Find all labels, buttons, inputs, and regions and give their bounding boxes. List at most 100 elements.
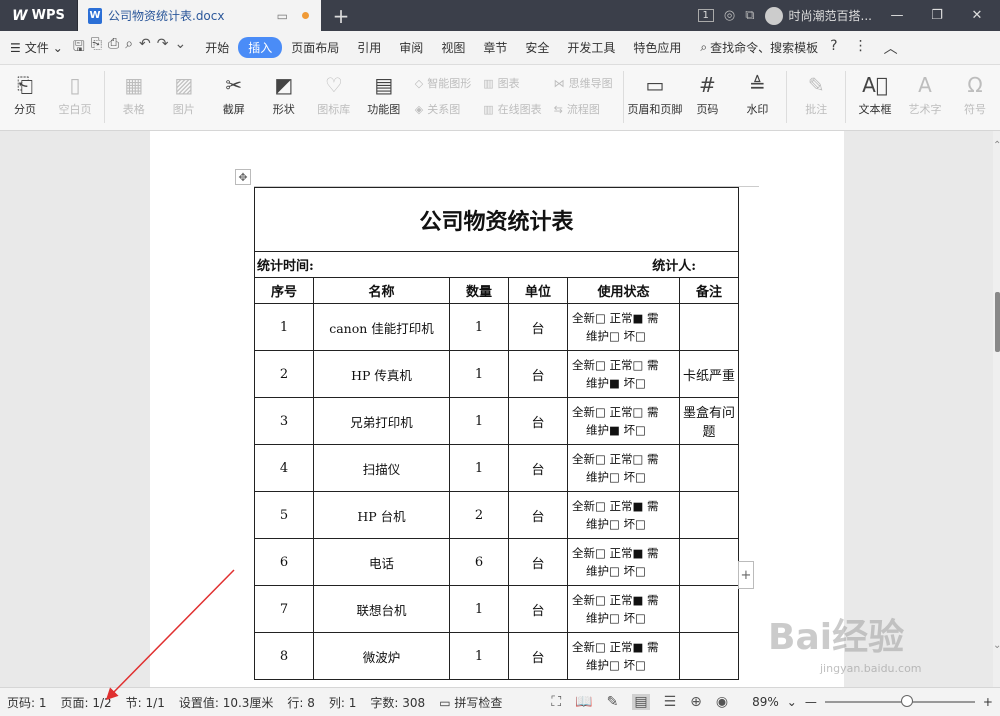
cell-status[interactable]: 全新□ 正常□ 需维护■ 坏□	[567, 397, 680, 445]
menu-start[interactable]: 开始	[196, 37, 238, 58]
cell-status[interactable]: 全新□ 正常■ 需维护□ 坏□	[567, 632, 680, 680]
cell-note[interactable]: 墨盒有问题	[679, 397, 739, 445]
save-icon[interactable]: 🖫	[73, 36, 85, 60]
cell-no[interactable]: 8	[254, 632, 314, 680]
header-qty[interactable]: 数量	[449, 277, 509, 304]
restore-button[interactable]: ❐	[922, 8, 952, 23]
table-title[interactable]: 公司物资统计表	[254, 187, 739, 252]
read-mode-icon[interactable]: 📖	[575, 694, 592, 710]
status-page[interactable]: 页面: 1/2	[54, 694, 119, 711]
zoom-in-icon[interactable]: +	[983, 695, 993, 709]
textbox-button[interactable]: A⃞ 文本框	[856, 71, 894, 117]
cell-qty[interactable]: 1	[449, 632, 509, 680]
user-account[interactable]: 时尚潮范百搭...	[764, 6, 872, 25]
smart-shape-button[interactable]: ◇ 智能图形	[415, 75, 471, 91]
new-tab-button[interactable]: +	[321, 4, 361, 28]
page-view-icon[interactable]: ▤	[632, 694, 650, 710]
cell-no[interactable]: 7	[254, 585, 314, 633]
cell-qty[interactable]: 1	[449, 303, 509, 351]
share-icon[interactable]: ⧉	[745, 8, 754, 23]
redo-icon[interactable]: ↷	[157, 36, 169, 60]
table-button[interactable]: ▦ 表格	[115, 71, 153, 117]
comment-button[interactable]: ✎ 批注	[797, 71, 835, 117]
cell-unit[interactable]: 台	[508, 632, 568, 680]
cell-qty[interactable]: 1	[449, 350, 509, 398]
print-icon[interactable]: ⎙	[108, 36, 119, 60]
zoom-slider-knob[interactable]	[900, 695, 913, 707]
zoom-out-icon[interactable]: —	[805, 695, 817, 709]
symbol-button[interactable]: Ω 符号	[956, 71, 994, 117]
menu-section[interactable]: 章节	[474, 37, 516, 58]
cell-unit[interactable]: 台	[508, 397, 568, 445]
help-icon[interactable]: ?	[830, 38, 837, 58]
document-page[interactable]: ✥ 公司物资统计表 统计时间: 统计人: 序号 名称 数量 单位 使用状态 备注…	[150, 131, 844, 687]
cell-name[interactable]: 兄弟打印机	[313, 397, 450, 445]
cell-qty[interactable]: 1	[449, 397, 509, 445]
shape-button[interactable]: ◩ 形状	[265, 71, 303, 117]
zoom-dropdown-icon[interactable]: ⌄	[787, 695, 797, 709]
skin-icon[interactable]: ◎	[724, 8, 735, 23]
screenshot-button[interactable]: ✂ 截屏	[215, 71, 253, 117]
meta-row[interactable]: 统计时间: 统计人:	[254, 251, 739, 278]
minimize-button[interactable]: —	[882, 8, 912, 23]
menu-view[interactable]: 视图	[432, 37, 474, 58]
cell-no[interactable]: 5	[254, 491, 314, 539]
status-line[interactable]: 行: 8	[280, 694, 322, 711]
cell-unit[interactable]: 台	[508, 538, 568, 586]
collapse-ribbon-icon[interactable]: ︿	[884, 38, 898, 58]
inventory-table[interactable]: 公司物资统计表 统计时间: 统计人: 序号 名称 数量 单位 使用状态 备注 1…	[254, 187, 739, 680]
relation-chart-button[interactable]: ◈ 关系图	[415, 101, 471, 117]
cell-no[interactable]: 4	[254, 444, 314, 492]
cell-note[interactable]	[679, 632, 739, 680]
cell-name[interactable]: 微波炉	[313, 632, 450, 680]
document-tab[interactable]: W 公司物资统计表.docx ▭	[78, 0, 321, 31]
cell-note[interactable]	[679, 538, 739, 586]
cell-status[interactable]: 全新□ 正常■ 需维护□ 坏□	[567, 585, 680, 633]
icon-library-button[interactable]: ♡ 图标库	[315, 71, 353, 117]
status-page-code[interactable]: 页码: 1	[0, 694, 54, 711]
cell-no[interactable]: 1	[254, 303, 314, 351]
cell-status[interactable]: 全新□ 正常■ 需维护□ 坏□	[567, 491, 680, 539]
scrollbar-thumb[interactable]	[995, 292, 1000, 352]
cell-status[interactable]: 全新□ 正常□ 需维护■ 坏□	[567, 350, 680, 398]
status-section[interactable]: 节: 1/1	[119, 694, 172, 711]
chart-button[interactable]: ▥ 图表	[483, 75, 541, 91]
header-note[interactable]: 备注	[679, 277, 739, 304]
add-column-icon[interactable]: +	[738, 561, 754, 589]
cell-unit[interactable]: 台	[508, 585, 568, 633]
cell-name[interactable]: HP 传真机	[313, 350, 450, 398]
more-icon[interactable]: ⌄	[175, 36, 187, 60]
menu-insert[interactable]: 插入	[238, 37, 283, 58]
vertical-scrollbar[interactable]	[993, 131, 1000, 687]
cell-status[interactable]: 全新□ 正常■ 需维护□ 坏□	[567, 303, 680, 351]
cell-qty[interactable]: 1	[449, 585, 509, 633]
eye-protect-icon[interactable]: ◉	[716, 694, 728, 710]
status-setting[interactable]: 设置值: 10.3厘米	[172, 694, 281, 711]
cell-note[interactable]: 卡纸严重	[679, 350, 739, 398]
cell-note[interactable]	[679, 491, 739, 539]
cell-status[interactable]: 全新□ 正常□ 需维护□ 坏□	[567, 444, 680, 492]
outline-view-icon[interactable]: ☰	[664, 694, 677, 710]
page-number-button[interactable]: # 页码	[688, 71, 726, 117]
header-status[interactable]: 使用状态	[567, 277, 680, 304]
online-chart-button[interactable]: ▥ 在线图表	[483, 101, 541, 117]
undo-icon[interactable]: ↶	[139, 36, 151, 60]
file-menu[interactable]: ☰ 文件 ⌄	[0, 39, 73, 56]
flowchart-button[interactable]: ⇆ 流程图	[554, 101, 613, 117]
header-footer-button[interactable]: ▭ 页眉和页脚	[627, 71, 682, 117]
menu-reference[interactable]: 引用	[348, 37, 390, 58]
cell-unit[interactable]: 台	[508, 491, 568, 539]
cell-qty[interactable]: 2	[449, 491, 509, 539]
cell-name[interactable]: 电话	[313, 538, 450, 586]
cell-qty[interactable]: 6	[449, 538, 509, 586]
scroll-up-icon[interactable]: ⌃	[993, 140, 1000, 151]
menu-page-layout[interactable]: 页面布局	[282, 37, 348, 58]
header-unit[interactable]: 单位	[508, 277, 568, 304]
scroll-down-icon[interactable]: ⌄	[993, 640, 1000, 651]
function-chart-button[interactable]: ▤ 功能图	[365, 71, 403, 117]
cell-note[interactable]	[679, 444, 739, 492]
blank-page-button[interactable]: ▯ 空白页	[56, 71, 94, 117]
status-word-count[interactable]: 字数: 308	[363, 694, 432, 711]
cell-name[interactable]: 联想台机	[313, 585, 450, 633]
header-no[interactable]: 序号	[254, 277, 314, 304]
